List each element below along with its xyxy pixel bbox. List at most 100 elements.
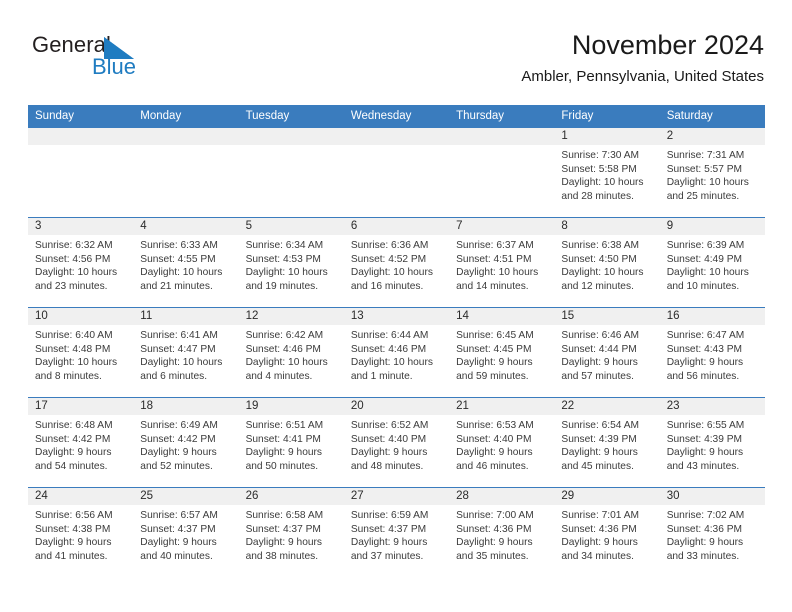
day-number: 11 <box>133 308 239 325</box>
sunset-text: Sunset: 4:40 PM <box>350 433 427 445</box>
day-number <box>28 128 134 145</box>
sunset-text: Sunset: 4:42 PM <box>35 433 111 445</box>
day-details: Sunrise: 6:38 AM Sunset: 4:50 PM Dayligh… <box>554 235 659 293</box>
daylight-text: Daylight: 9 hours and 35 minutes. <box>456 537 533 562</box>
day-number: 2 <box>659 128 765 145</box>
day-cell <box>449 128 555 217</box>
day-details: Sunrise: 6:44 AM Sunset: 4:46 PM Dayligh… <box>344 325 449 383</box>
daylight-text: Daylight: 10 hours and 23 minutes. <box>35 267 118 292</box>
day-details: Sunrise: 6:34 AM Sunset: 4:53 PM Dayligh… <box>239 235 344 293</box>
weekday-header-sunday: Sunday <box>35 110 75 122</box>
day-details: Sunrise: 6:46 AM Sunset: 4:44 PM Dayligh… <box>554 325 659 383</box>
day-details: Sunrise: 6:48 AM Sunset: 4:42 PM Dayligh… <box>28 415 133 473</box>
day-cell: 12 Sunrise: 6:42 AM Sunset: 4:46 PM Dayl… <box>238 308 344 397</box>
sunset-text: Sunset: 4:56 PM <box>35 253 111 265</box>
day-number <box>343 128 450 145</box>
day-number: 26 <box>238 488 344 505</box>
daylight-text: Daylight: 9 hours and 50 minutes. <box>245 447 323 472</box>
sunset-text: Sunset: 4:39 PM <box>561 433 637 445</box>
sunset-text: Sunset: 4:36 PM <box>456 523 532 535</box>
weekday-header-row: Sunday Monday Tuesday Wednesday Thursday… <box>28 105 765 128</box>
sunset-text: Sunset: 4:50 PM <box>561 253 637 265</box>
sunrise-text: Sunrise: 6:42 AM <box>245 330 324 341</box>
sunset-text: Sunset: 4:46 PM <box>350 343 427 355</box>
sunset-text: Sunset: 4:38 PM <box>35 523 111 535</box>
day-cell: 3 Sunrise: 6:32 AM Sunset: 4:56 PM Dayli… <box>28 218 134 307</box>
day-cell: 26 Sunrise: 6:58 AM Sunset: 4:37 PM Dayl… <box>238 488 344 577</box>
day-number: 16 <box>659 308 765 325</box>
sunset-text: Sunset: 4:45 PM <box>456 343 532 355</box>
day-cell: 7 Sunrise: 6:37 AM Sunset: 4:51 PM Dayli… <box>449 218 555 307</box>
sunrise-text: Sunrise: 6:48 AM <box>35 420 113 431</box>
sunrise-text: Sunrise: 6:53 AM <box>456 420 534 431</box>
sunrise-text: Sunrise: 6:44 AM <box>350 330 429 341</box>
day-details: Sunrise: 7:30 AM Sunset: 5:58 PM Dayligh… <box>554 145 659 203</box>
day-number: 3 <box>28 218 134 235</box>
sunset-text: Sunset: 4:37 PM <box>140 523 216 535</box>
sunset-text: Sunset: 4:36 PM <box>561 523 637 535</box>
day-details: Sunrise: 6:56 AM Sunset: 4:38 PM Dayligh… <box>28 505 133 563</box>
sunset-text: Sunset: 4:46 PM <box>245 343 321 355</box>
day-details: Sunrise: 6:37 AM Sunset: 4:51 PM Dayligh… <box>449 235 554 293</box>
calendar-grid: Sunday Monday Tuesday Wednesday Thursday… <box>28 105 765 577</box>
day-details: Sunrise: 6:33 AM Sunset: 4:55 PM Dayligh… <box>133 235 238 293</box>
weekday-header-friday: Friday <box>561 110 594 122</box>
day-number: 6 <box>343 218 450 235</box>
day-details <box>133 145 238 149</box>
logo-text-blue: Blue <box>92 54 137 79</box>
sunset-text: Sunset: 4:55 PM <box>140 253 216 265</box>
day-number: 17 <box>28 398 134 415</box>
day-details: Sunrise: 7:02 AM Sunset: 4:36 PM Dayligh… <box>660 505 765 563</box>
day-cell <box>238 128 344 217</box>
week-row: 1 Sunrise: 7:30 AM Sunset: 5:58 PM Dayli… <box>28 128 765 217</box>
sunset-text: Sunset: 4:36 PM <box>666 523 743 535</box>
daylight-text: Daylight: 9 hours and 46 minutes. <box>456 447 533 472</box>
day-number: 10 <box>28 308 134 325</box>
sunrise-text: Sunrise: 7:00 AM <box>456 510 534 521</box>
day-number: 30 <box>659 488 765 505</box>
day-details: Sunrise: 6:54 AM Sunset: 4:39 PM Dayligh… <box>554 415 659 473</box>
day-cell: 9 Sunrise: 6:39 AM Sunset: 4:49 PM Dayli… <box>659 218 765 307</box>
daylight-text: Daylight: 10 hours and 8 minutes. <box>35 357 118 382</box>
day-cell: 21 Sunrise: 6:53 AM Sunset: 4:40 PM Dayl… <box>449 398 555 487</box>
sunrise-text: Sunrise: 6:39 AM <box>666 240 745 251</box>
sunrise-text: Sunrise: 6:33 AM <box>140 240 218 251</box>
sunrise-text: Sunrise: 6:40 AM <box>35 330 113 341</box>
day-cell: 23 Sunrise: 6:55 AM Sunset: 4:39 PM Dayl… <box>659 398 765 487</box>
day-details: Sunrise: 6:53 AM Sunset: 4:40 PM Dayligh… <box>449 415 554 473</box>
weekday-header-tuesday: Tuesday <box>245 110 290 122</box>
day-number: 1 <box>554 128 660 145</box>
sunrise-text: Sunrise: 6:51 AM <box>245 420 324 431</box>
day-number <box>133 128 239 145</box>
sunrise-text: Sunrise: 6:55 AM <box>666 420 745 431</box>
day-details: Sunrise: 6:59 AM Sunset: 4:37 PM Dayligh… <box>344 505 449 563</box>
sunset-text: Sunset: 4:41 PM <box>245 433 321 445</box>
day-cell: 17 Sunrise: 6:48 AM Sunset: 4:42 PM Dayl… <box>28 398 134 487</box>
day-number: 27 <box>343 488 450 505</box>
sunset-text: Sunset: 5:58 PM <box>561 163 637 175</box>
daylight-text: Daylight: 9 hours and 33 minutes. <box>666 537 744 562</box>
day-details: Sunrise: 6:32 AM Sunset: 4:56 PM Dayligh… <box>28 235 133 293</box>
day-details: Sunrise: 6:51 AM Sunset: 4:41 PM Dayligh… <box>239 415 344 473</box>
day-number <box>238 128 344 145</box>
week-row: 3 Sunrise: 6:32 AM Sunset: 4:56 PM Dayli… <box>28 217 765 307</box>
sunrise-text: Sunrise: 6:32 AM <box>35 240 113 251</box>
daylight-text: Daylight: 9 hours and 48 minutes. <box>350 447 428 472</box>
daylight-text: Daylight: 10 hours and 16 minutes. <box>350 267 433 292</box>
day-details: Sunrise: 6:42 AM Sunset: 4:46 PM Dayligh… <box>239 325 344 383</box>
day-details: Sunrise: 6:47 AM Sunset: 4:43 PM Dayligh… <box>660 325 765 383</box>
sunset-text: Sunset: 4:53 PM <box>245 253 321 265</box>
day-cell: 15 Sunrise: 6:46 AM Sunset: 4:44 PM Dayl… <box>554 308 660 397</box>
sunrise-text: Sunrise: 6:54 AM <box>561 420 639 431</box>
day-cell: 24 Sunrise: 6:56 AM Sunset: 4:38 PM Dayl… <box>28 488 134 577</box>
sunset-text: Sunset: 4:39 PM <box>666 433 743 445</box>
sunrise-text: Sunrise: 7:02 AM <box>666 510 745 521</box>
sunset-text: Sunset: 4:52 PM <box>350 253 427 265</box>
day-number: 4 <box>133 218 239 235</box>
day-cell: 6 Sunrise: 6:36 AM Sunset: 4:52 PM Dayli… <box>343 218 450 307</box>
day-cell: 20 Sunrise: 6:52 AM Sunset: 4:40 PM Dayl… <box>343 398 450 487</box>
sunrise-text: Sunrise: 6:47 AM <box>666 330 745 341</box>
day-cell <box>28 128 134 217</box>
day-number: 23 <box>659 398 765 415</box>
page-title: November 2024 <box>571 30 764 60</box>
